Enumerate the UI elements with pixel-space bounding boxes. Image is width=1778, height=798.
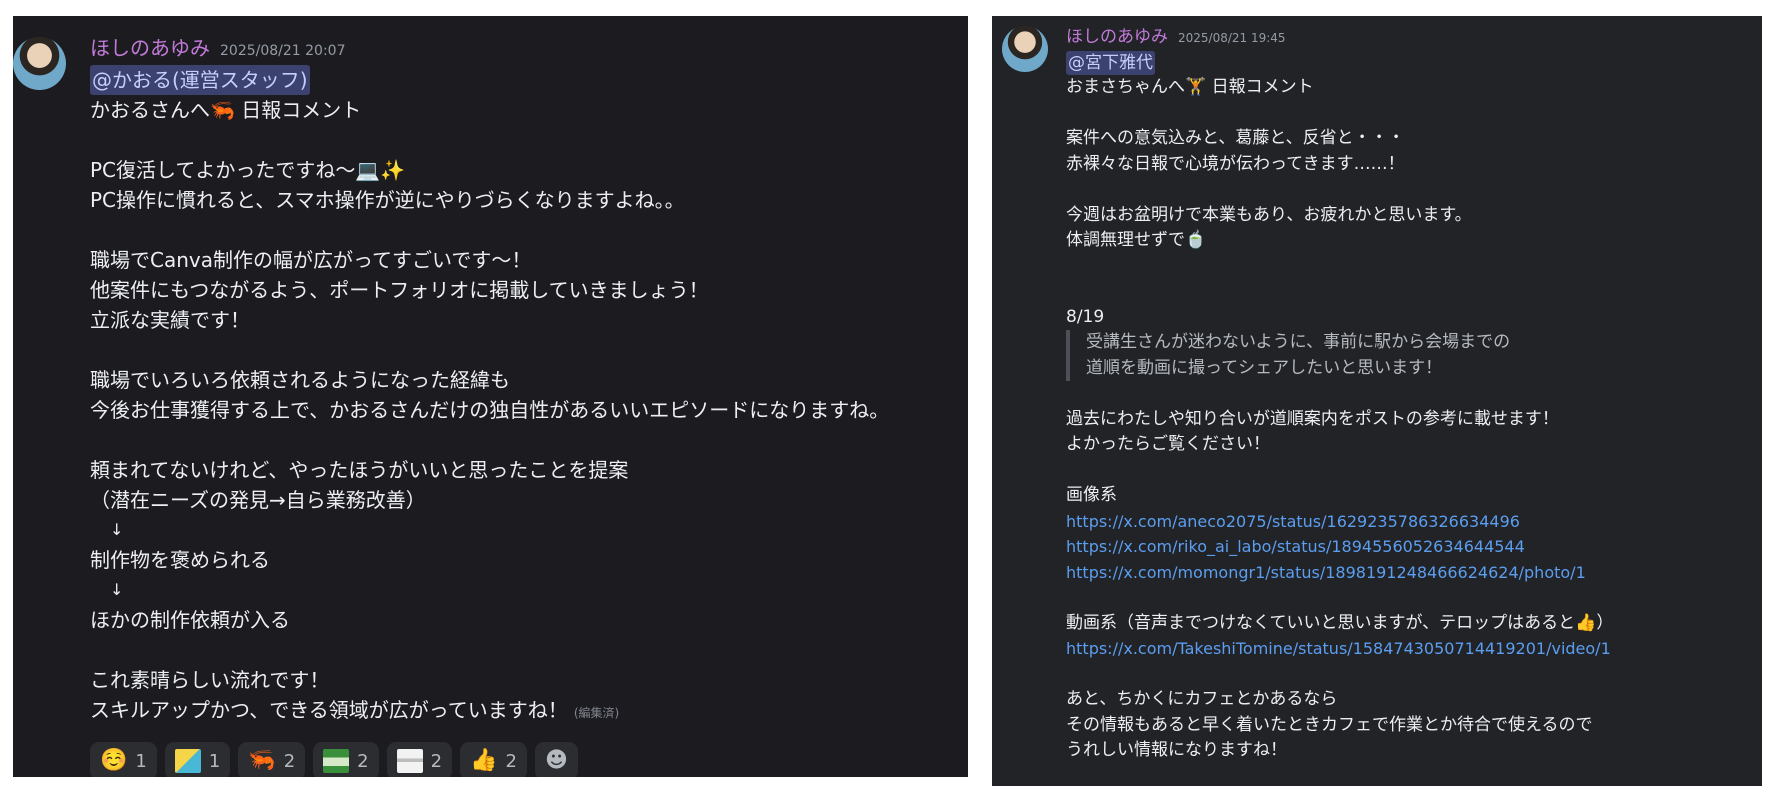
message-line: 過去にわたしや知り合いが道順案内をポストの参考に載せます！: [1066, 408, 1559, 429]
add-reaction-icon: ☻: [544, 748, 568, 773]
reaction-paper-sticker[interactable]: 2: [386, 742, 453, 777]
avatar[interactable]: [1002, 26, 1048, 72]
link-image-1[interactable]: https://x.com/aneco2075/status/162923578…: [1066, 509, 1756, 535]
message-line: これ素晴らしい流れです！: [90, 668, 330, 692]
message-line: 画像系: [1066, 485, 1117, 505]
username[interactable]: ほしのあゆみ: [1066, 22, 1168, 47]
quote-line: 道順を動画に撮ってシェアしたいと思います！: [1086, 357, 1443, 378]
message-line: あと、ちかくにカフェとかあるなら: [1066, 689, 1338, 709]
message-line: （潜在ニーズの発見→自ら業務改善）: [90, 488, 426, 512]
reaction-thumbs-up[interactable]: 👍 2: [460, 742, 527, 777]
message-panel-right: ほしのあゆみ 2025/08/21 19:45 @宮下雅代 おまさちゃんへ🏋️ …: [992, 16, 1762, 786]
reaction-green-sign[interactable]: 2: [313, 742, 379, 777]
green-sign-icon: [323, 749, 350, 773]
reaction-count: 2: [283, 750, 296, 772]
quote-line: 受講生さんが迷わないように、事前に駅から会場までの: [1086, 332, 1511, 352]
message-content: ほしのあゆみ 2025/08/21 20:07 @かおる(運営スタッフ) かおる…: [90, 32, 960, 777]
message-header: ほしのあゆみ 2025/08/21 20:07: [90, 32, 960, 61]
message-line: 職場でいろいろ依頼されるようになった経緯も: [90, 368, 510, 392]
message-line: うれしい情報になりますね！: [1066, 740, 1287, 760]
reaction-count: 1: [208, 750, 221, 772]
shrimp-icon: 🦐: [248, 748, 276, 773]
message-line-last: スキルアップかつ、できる領域が広がっていますね！ (編集済): [90, 695, 960, 728]
message-content: ほしのあゆみ 2025/08/21 19:45 @宮下雅代 おまさちゃんへ🏋️ …: [1066, 22, 1756, 764]
down-arrow-icon: ↓: [110, 520, 124, 539]
reaction-count: 2: [505, 750, 517, 772]
edited-label: (編集済): [573, 706, 620, 720]
username[interactable]: ほしのあゆみ: [90, 32, 210, 61]
link-image-3[interactable]: https://x.com/momongr1/status/1898191248…: [1066, 560, 1756, 586]
message-body: かおるさんへ🦐 日報コメント PC復活してよかったですね〜💻✨ PC操作に慣れる…: [90, 95, 960, 728]
message-line: 頼まれてないけれど、やったほうがいいと思ったことを提案: [90, 458, 629, 482]
down-arrow-icon: ↓: [110, 580, 124, 599]
message-line: 制作物を褒められる: [90, 548, 270, 572]
reaction-shrimp[interactable]: 🦐 2: [238, 742, 306, 777]
message-line: 動画系（音声までつけなくていいと思いますが、テロップはあると👍）: [1066, 612, 1614, 633]
message-line: 他案件にもつながるよう、ポートフォリオに掲載していきましょう！: [90, 278, 709, 302]
message-line: おまさちゃんへ🏋️ 日報コメント: [1066, 77, 1314, 97]
smiling-face-icon: ☺️: [100, 748, 128, 773]
message-line: かおるさんへ🦐 日報コメント: [90, 98, 362, 122]
reaction-count: 2: [357, 750, 369, 772]
message-line: 赤裸々な日報で心境が伝わってきます……！: [1066, 153, 1405, 174]
cartoon-sticker-icon: [174, 749, 201, 773]
timestamp: 2025/08/21 19:45: [1178, 31, 1286, 45]
mention[interactable]: @宮下雅代: [1066, 51, 1155, 75]
message-body: おまさちゃんへ🏋️ 日報コメント 案件への意気込みと、葛藤と、反省と・・・ 赤裸…: [1066, 75, 1756, 764]
reaction-smiling-face[interactable]: ☺️ 1: [90, 742, 157, 777]
message-line-text: スキルアップかつ、できる領域が広がっていますね！: [90, 698, 568, 722]
add-reaction-button[interactable]: ☻: [534, 742, 578, 777]
message-line: 今後お仕事獲得する上で、かおるさんだけの独自性があるいいエピソードになりますね。: [90, 398, 890, 422]
avatar[interactable]: [13, 37, 66, 90]
message-line: 8/19: [1066, 306, 1105, 327]
reaction-cartoon-sticker[interactable]: 1: [164, 742, 231, 777]
reactions-bar: ☺️ 1 1 🦐 2 2 2 👍 2 ☻: [90, 742, 960, 777]
message-line: その情報もあると早く着いたときカフェで作業とか待合で使えるので: [1066, 714, 1593, 735]
link-image-2[interactable]: https://x.com/riko_ai_labo/status/189455…: [1066, 534, 1756, 560]
message-line: 案件への意気込みと、葛藤と、反省と・・・: [1066, 128, 1405, 148]
message-header: ほしのあゆみ 2025/08/21 19:45: [1066, 22, 1756, 47]
message-panel-left: ほしのあゆみ 2025/08/21 20:07 @かおる(運営スタッフ) かおる…: [13, 16, 968, 777]
paper-sticker-icon: [396, 749, 423, 773]
mention[interactable]: @かおる(運営スタッフ): [90, 65, 310, 95]
timestamp: 2025/08/21 20:07: [220, 43, 346, 59]
message-line: よかったらご覧ください！: [1066, 434, 1270, 454]
reaction-count: 2: [430, 750, 443, 772]
message-line: PC復活してよかったですね〜💻✨: [90, 158, 406, 182]
reaction-count: 1: [135, 750, 147, 772]
message-line: 今週はお盆明けで本業もあり、お疲れかと思います。: [1066, 204, 1472, 225]
message-line: 立派な実績です！: [90, 308, 250, 332]
message-line: ほかの制作依頼が入る: [90, 608, 290, 632]
thumbs-up-icon: 👍: [470, 748, 498, 773]
link-video-1[interactable]: https://x.com/TakeshiTomine/status/15847…: [1066, 636, 1756, 662]
blockquote: 受講生さんが迷わないように、事前に駅から会場までの 道順を動画に撮ってシェアした…: [1066, 330, 1756, 381]
message-line: 体調無理せずで🍵: [1066, 230, 1207, 250]
message-line: PC操作に慣れると、スマホ操作が逆にやりづらくなりますよね。。: [90, 188, 685, 212]
message-line: 職場でCanva制作の幅が広がってすごいです〜！: [90, 248, 532, 272]
